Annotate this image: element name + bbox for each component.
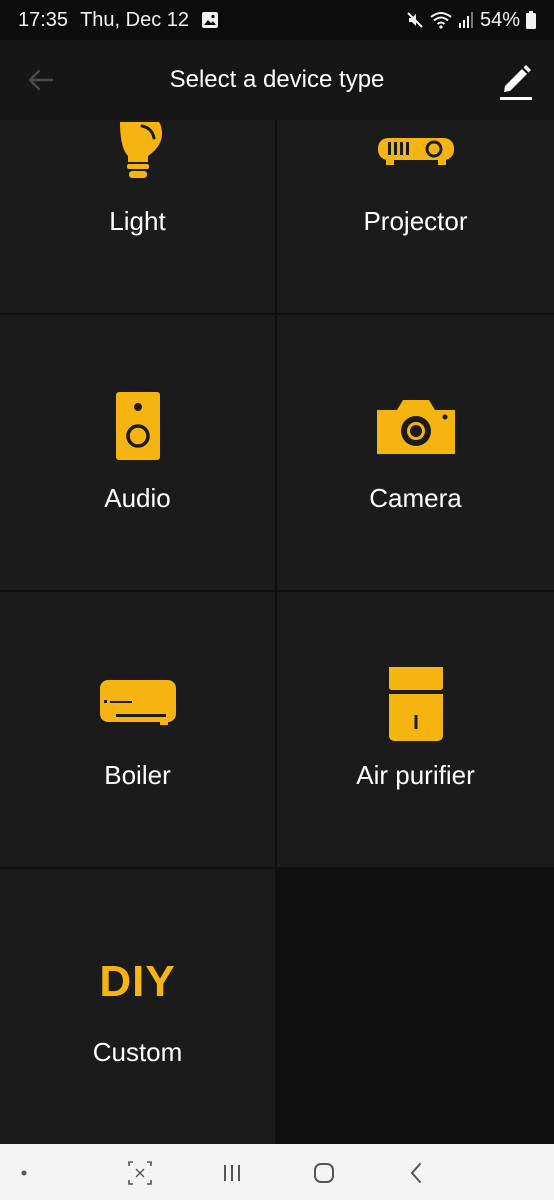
air-purifier-icon — [388, 667, 443, 741]
speaker-icon — [115, 392, 160, 460]
status-bar: 17:35 Thu, Dec 12 54% — [0, 0, 554, 40]
signal-icon — [458, 12, 473, 28]
device-tile-camera[interactable]: Camera — [277, 315, 554, 590]
boiler-icon — [99, 680, 176, 725]
device-label-light: Light — [109, 206, 166, 236]
status-right: 54% — [406, 9, 536, 32]
device-tile-projector[interactable]: Projector — [277, 120, 554, 313]
mute-icon — [407, 12, 423, 28]
back-arrow-icon[interactable] — [26, 66, 54, 94]
home-icon[interactable] — [312, 1158, 336, 1188]
device-tile-custom[interactable]: DIY Custom — [0, 869, 275, 1144]
page-title: Select a device type — [169, 66, 385, 93]
device-label-air-purifier: Air purifier — [356, 760, 475, 790]
screenshot-icon[interactable] — [127, 1158, 153, 1188]
device-label-camera: Camera — [369, 483, 462, 513]
camera-icon — [376, 400, 455, 454]
device-tile-audio[interactable]: Audio — [0, 315, 275, 590]
device-tile-boiler[interactable]: Boiler — [0, 592, 275, 867]
device-label-boiler: Boiler — [104, 760, 171, 790]
device-label-projector: Projector — [363, 206, 468, 236]
system-nav-bar — [0, 1144, 554, 1200]
battery-icon — [526, 11, 536, 29]
gallery-icon — [202, 12, 219, 28]
device-grid: Light Projector Audio Camera Boiler Air … — [0, 120, 554, 1144]
battery-percent: 54% — [479, 8, 520, 31]
dot-icon[interactable] — [18, 1158, 30, 1188]
diy-badge: DIY — [99, 957, 176, 1006]
app-bar: Select a device type — [0, 40, 554, 120]
edit-pencil-icon[interactable] — [498, 62, 534, 102]
projector-icon — [377, 138, 454, 165]
wifi-icon — [430, 12, 452, 29]
back-icon[interactable] — [406, 1158, 426, 1188]
status-left: 17:35 Thu, Dec 12 — [18, 9, 219, 32]
status-time: 17:35 — [18, 8, 69, 31]
device-label-audio: Audio — [104, 483, 171, 513]
device-tile-light[interactable]: Light — [0, 120, 275, 313]
recents-icon[interactable] — [220, 1158, 244, 1188]
device-label-custom: Custom — [92, 1037, 183, 1067]
device-tile-air-purifier[interactable]: Air purifier — [277, 592, 554, 867]
status-date: Thu, Dec 12 — [80, 8, 190, 31]
light-bulb-icon — [119, 122, 162, 178]
